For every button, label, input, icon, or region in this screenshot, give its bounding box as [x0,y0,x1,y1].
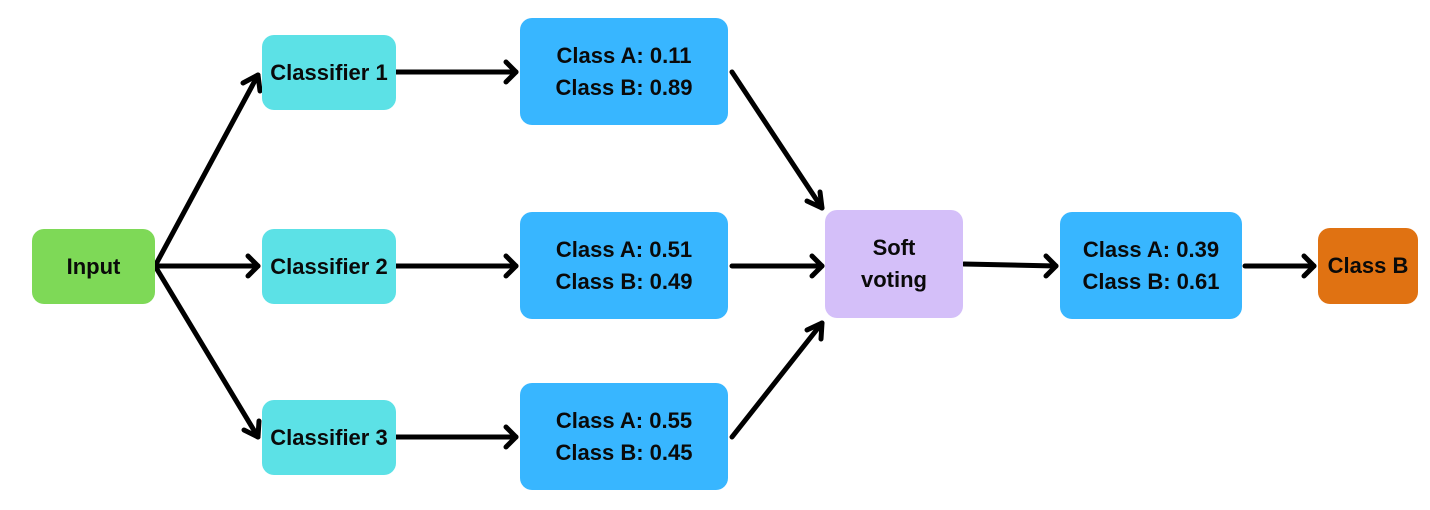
input-node: Input [32,229,155,304]
class-a-probability: Class A: 0.39 [1082,236,1220,262]
classifier-2-node: Classifier 2 [262,229,396,304]
arrow-probs-1-to-voting [729,69,825,211]
arrow-input-to-classifier-2 [152,253,261,279]
class-b-probability: Class B: 0.61 [1082,268,1220,294]
classifier-1-probabilities: Class A: 0.11 Class B: 0.89 [520,18,728,125]
classifier-2-label: Classifier 2 [270,253,388,279]
arrow-input-to-classifier-1 [152,72,263,269]
output-label: Class B [1327,253,1409,279]
classifier-3-probabilities: Class A: 0.55 Class B: 0.45 [520,383,728,490]
arrow-voting-to-averaged [961,253,1059,279]
classifier-1-label: Classifier 1 [270,59,388,85]
class-b-probability: Class B: 0.49 [555,268,693,294]
arrow-classifier-1-to-probs [393,59,519,85]
arrow-input-to-classifier-3 [152,263,262,440]
arrow-classifier-2-to-probs [393,253,519,279]
input-label: Input [66,253,121,279]
class-b-probability: Class B: 0.89 [555,74,693,100]
arrow-classifier-3-to-probs [393,424,519,450]
soft-voting-line-2: voting [861,267,927,292]
arrow-probs-3-to-voting [729,320,825,440]
classifier-1-node: Classifier 1 [262,35,396,110]
class-a-probability: Class A: 0.55 [555,407,693,433]
soft-voting-line-1: Soft [872,235,916,261]
class-a-probability: Class A: 0.11 [556,42,692,68]
classifier-2-probabilities: Class A: 0.51 Class B: 0.49 [520,212,728,319]
classifier-3-node: Classifier 3 [262,400,396,475]
output-node: Class B [1318,228,1418,304]
soft-voting-node: Soft voting [825,210,963,318]
arrow-probs-2-to-voting [729,253,825,279]
arrow-averaged-to-output [1242,253,1317,279]
averaged-probabilities: Class A: 0.39 Class B: 0.61 [1060,212,1242,319]
class-a-probability: Class A: 0.51 [555,236,693,262]
classifier-3-label: Classifier 3 [270,424,388,450]
class-b-probability: Class B: 0.45 [555,439,693,465]
